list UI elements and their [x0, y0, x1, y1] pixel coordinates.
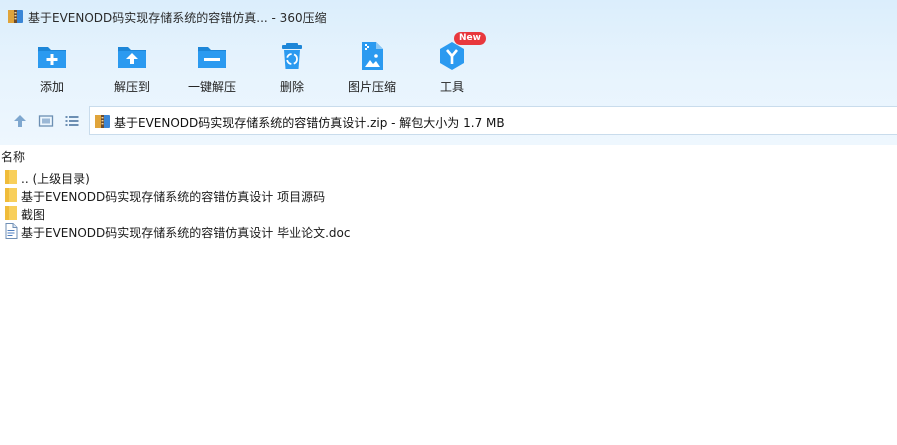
window-title: 基于EVENODD码实现存储系统的容错仿真... - 360压缩 [28, 11, 327, 25]
one-click-extract-icon [198, 47, 226, 68]
tools-button[interactable]: New 工具 [412, 32, 492, 98]
address-bar[interactable]: 基于EVENODD码实现存储系统的容错仿真设计.zip - 解包大小为 1.7 … [89, 106, 897, 135]
title-bar: 基于EVENODD码实现存储系统的容错仿真... - 360压缩 [0, 0, 897, 32]
thumbnail-view-icon[interactable] [38, 113, 54, 129]
file-name: 截图 [21, 208, 46, 222]
list-item[interactable]: 基于EVENODD码实现存储系统的容错仿真设计 毕业论文.doc [0, 222, 897, 240]
file-name: .. (上级目录) [21, 172, 90, 186]
extract-to-icon [118, 47, 146, 68]
zip-archive-icon [95, 115, 110, 128]
delete-label: 删除 [279, 80, 304, 94]
toolbar: 添加 解压到 一键解压 删除 图片压缩 New 工具 [0, 32, 897, 100]
navigation-row: 基于EVENODD码实现存储系统的容错仿真设计.zip - 解包大小为 1.7 … [0, 106, 897, 136]
zip-archive-icon [8, 10, 23, 23]
tools-label: 工具 [439, 80, 464, 94]
folder-icon [5, 170, 17, 184]
list-item[interactable]: 基于EVENODD码实现存储系统的容错仿真设计 项目源码 [0, 186, 897, 204]
column-name-header[interactable]: 名称 [1, 148, 25, 165]
one-click-extract-button[interactable]: 一键解压 [172, 36, 252, 98]
folder-icon [5, 206, 17, 220]
add-icon [38, 47, 66, 68]
image-compress-button[interactable]: 图片压缩 [332, 36, 412, 98]
file-list: .. (上级目录) 基于EVENODD码实现存储系统的容错仿真设计 项目源码 截… [0, 168, 897, 240]
list-view-icon[interactable] [64, 113, 80, 129]
delete-button[interactable]: 删除 [252, 36, 332, 98]
extract-to-label: 解压到 [113, 80, 150, 94]
file-name: 基于EVENODD码实现存储系统的容错仿真设计 毕业论文.doc [21, 226, 351, 240]
list-item[interactable]: .. (上级目录) [0, 168, 897, 186]
top-chrome: 基于EVENODD码实现存储系统的容错仿真... - 360压缩 添加 解压到 [0, 0, 897, 146]
extract-to-button[interactable]: 解压到 [92, 36, 172, 98]
list-header: 名称 [0, 145, 897, 165]
image-compress-icon [362, 42, 383, 70]
delete-icon [282, 43, 302, 69]
new-badge: New [454, 32, 486, 45]
up-arrow-icon[interactable] [12, 113, 28, 129]
add-label: 添加 [39, 80, 64, 94]
image-compress-label: 图片压缩 [347, 80, 396, 94]
word-document-icon [5, 223, 18, 239]
list-item[interactable]: 截图 [0, 204, 897, 222]
archive-path: 基于EVENODD码实现存储系统的容错仿真设计.zip - 解包大小为 1.7 … [114, 116, 505, 130]
add-button[interactable]: 添加 [12, 36, 92, 98]
file-name: 基于EVENODD码实现存储系统的容错仿真设计 项目源码 [21, 190, 326, 204]
folder-icon [5, 188, 17, 202]
one-click-extract-label: 一键解压 [187, 80, 236, 94]
